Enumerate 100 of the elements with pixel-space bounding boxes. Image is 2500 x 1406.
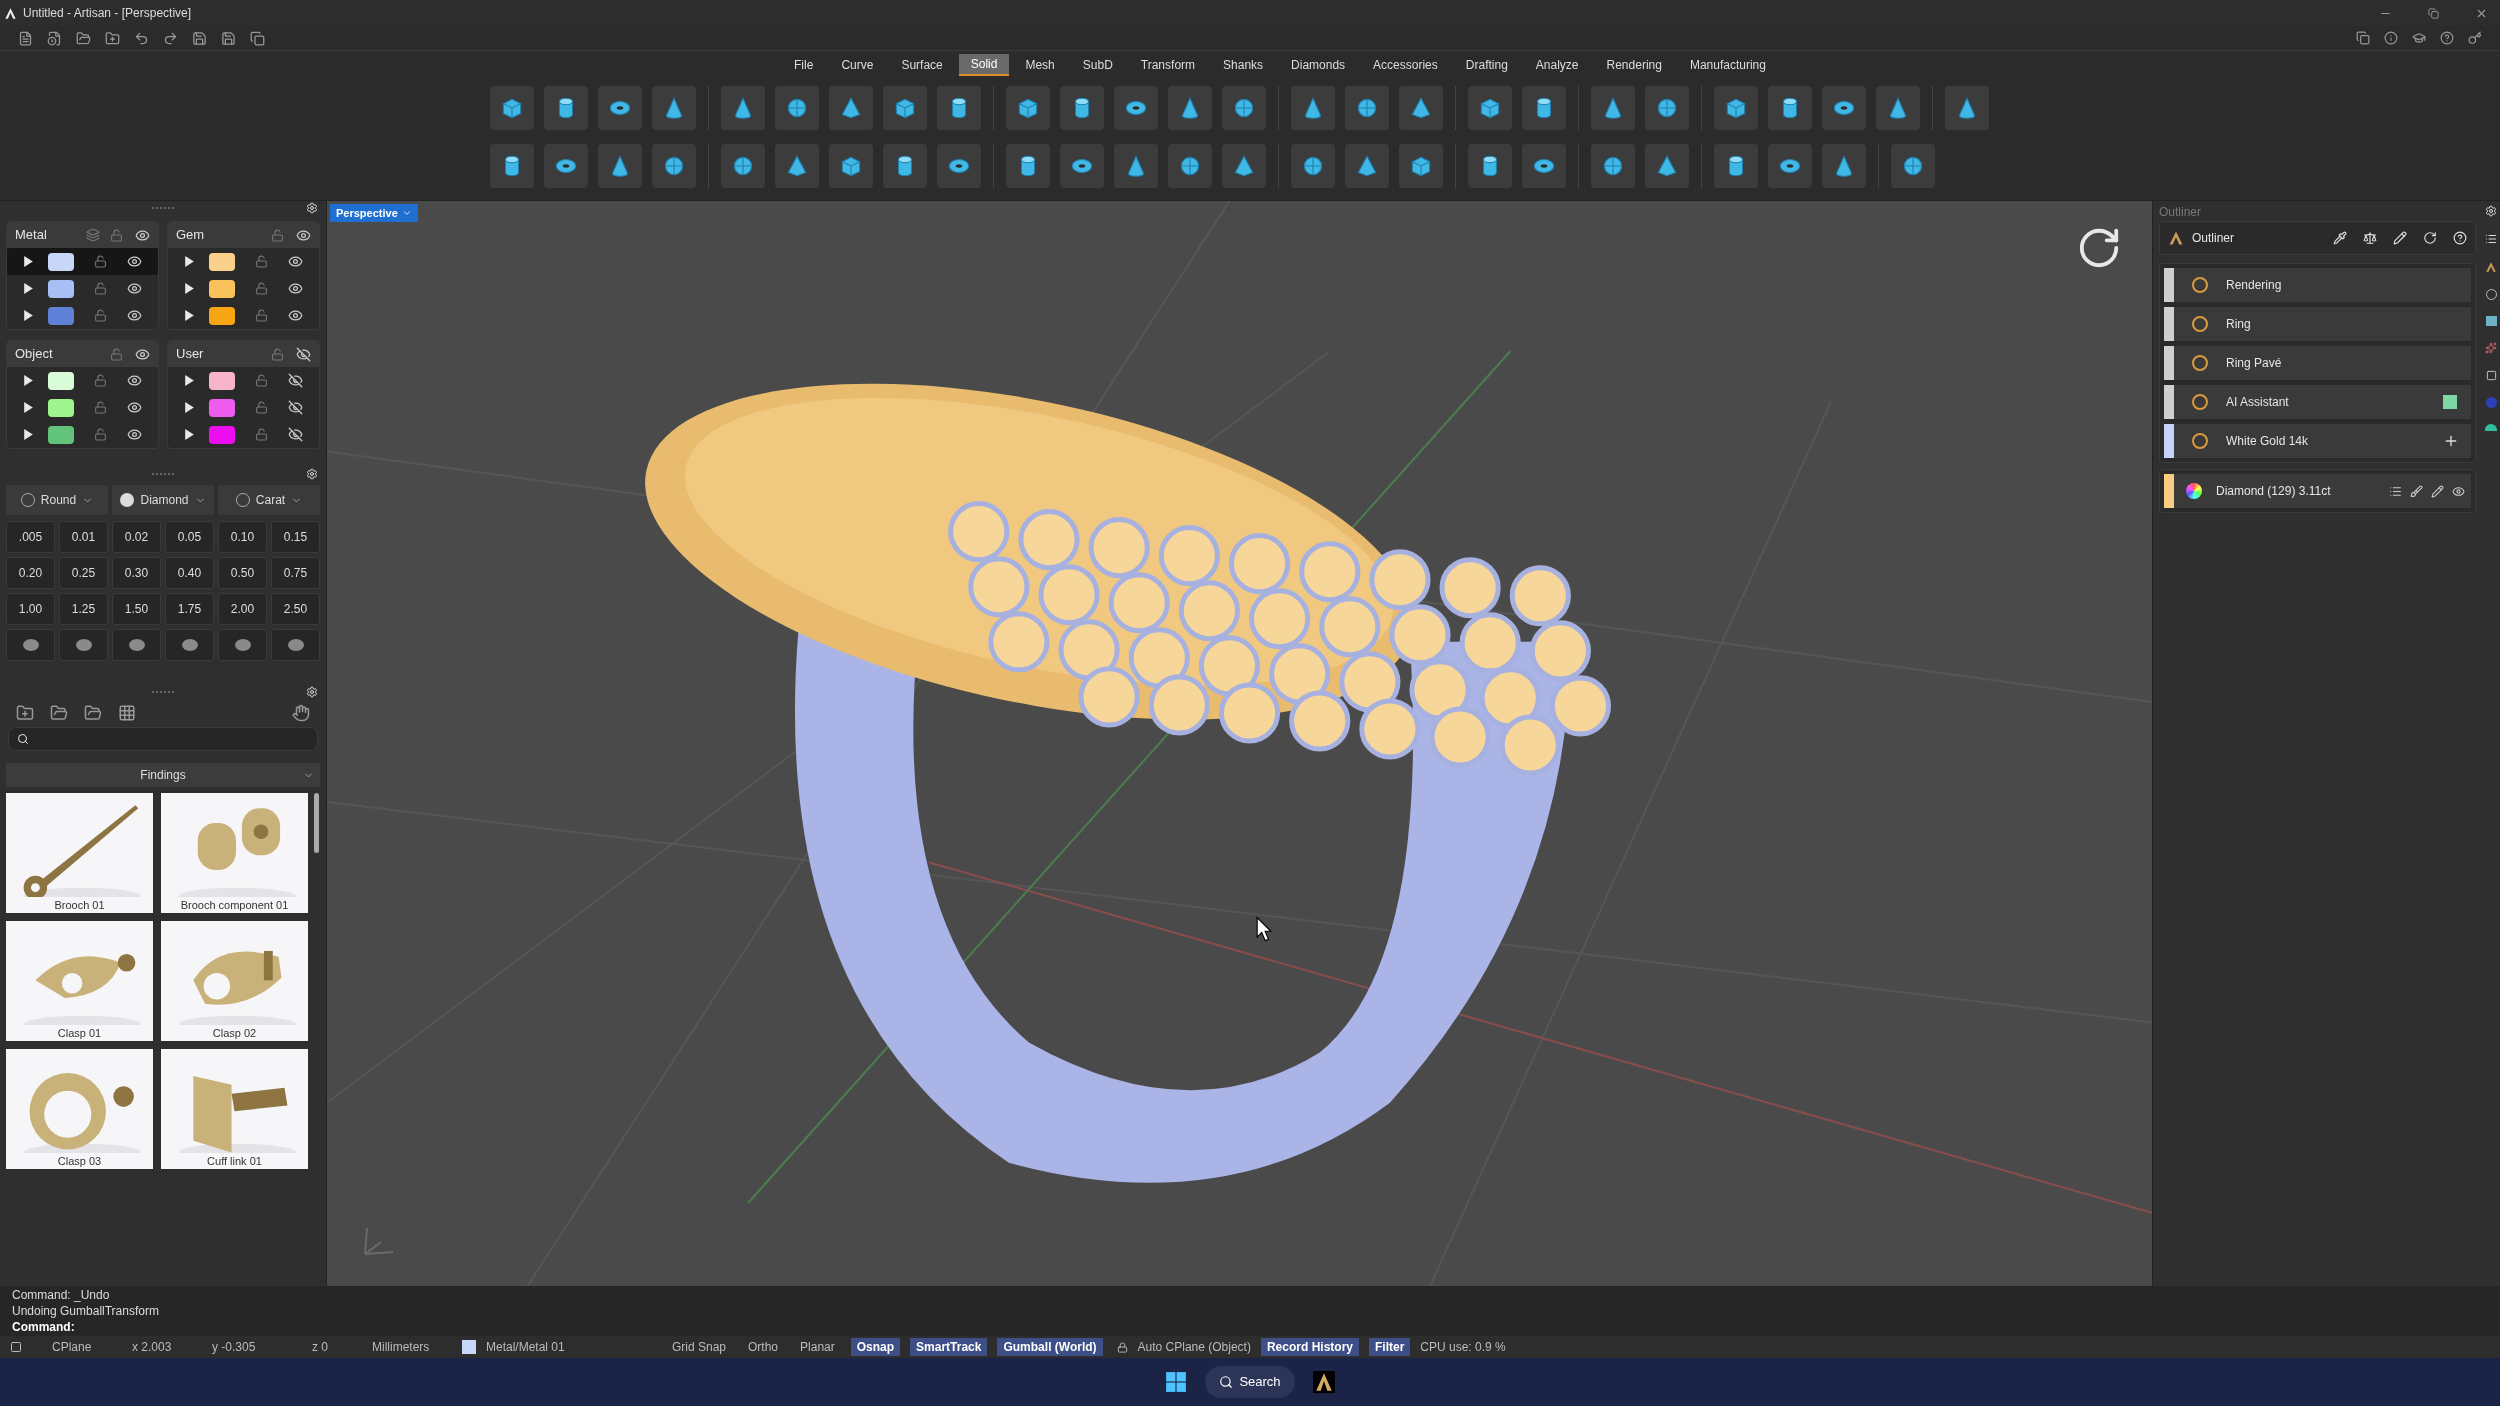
library-section-header[interactable]: Findings (6, 763, 320, 787)
toolbar-button[interactable] (1168, 86, 1212, 130)
toolbar-button[interactable] (1168, 144, 1212, 188)
settings-icon[interactable] (306, 686, 318, 698)
toolbar-button[interactable] (1114, 144, 1158, 188)
square-icon[interactable] (2485, 370, 2497, 381)
toolbar-button[interactable] (775, 86, 819, 130)
recent-file-icon[interactable] (47, 30, 62, 46)
expand-arrow-icon[interactable] (23, 255, 34, 268)
carat-size-button[interactable]: 0.25 (59, 557, 108, 589)
toolbar-button[interactable] (1891, 144, 1935, 188)
viewport-tab[interactable]: Perspective (330, 204, 418, 222)
toolbar-button[interactable] (544, 144, 588, 188)
restore-icon[interactable] (2428, 7, 2439, 19)
carat-size-button[interactable]: 0.05 (165, 521, 214, 553)
eye-icon[interactable] (127, 254, 142, 269)
toolbar-button[interactable] (1522, 144, 1566, 188)
menu-tab[interactable]: Shanks (1211, 53, 1276, 76)
layer-color-swatch[interactable] (209, 306, 235, 325)
unlock-icon[interactable] (94, 401, 107, 414)
menu-tab[interactable]: Accessories (1361, 53, 1450, 76)
toolbar-button[interactable] (1345, 86, 1389, 130)
gem-dropdown[interactable]: Carat (218, 485, 320, 515)
menu-tab[interactable]: Surface (889, 53, 955, 76)
folder-add-icon[interactable] (105, 30, 120, 46)
eye-icon[interactable] (288, 281, 303, 296)
layer-color-swatch[interactable] (462, 1340, 476, 1354)
eye-icon[interactable] (296, 227, 311, 243)
status-toggle[interactable]: Planar (794, 1338, 841, 1356)
settings-icon[interactable] (306, 202, 318, 214)
pencil-icon[interactable] (2393, 231, 2407, 245)
command-prompt[interactable]: Command: (12, 1319, 2488, 1335)
carat-size-button[interactable]: 0.01 (59, 521, 108, 553)
outliner-item[interactable]: Rendering (2164, 268, 2471, 302)
toolbar-button[interactable] (1768, 86, 1812, 130)
status-toggle[interactable]: Ortho (742, 1338, 785, 1356)
layer-row[interactable] (7, 248, 158, 275)
auto-cplane-toggle[interactable]: Auto CPlane (Object) (1137, 1338, 1251, 1356)
refresh-icon[interactable] (2423, 231, 2437, 245)
toolbar-button[interactable] (1060, 86, 1104, 130)
toolbar-button[interactable] (598, 144, 642, 188)
layer-color-swatch[interactable] (48, 279, 74, 298)
expand-arrow-icon[interactable] (23, 374, 34, 387)
new-file-icon[interactable] (18, 30, 33, 46)
carat-size-button[interactable]: 0.40 (165, 557, 214, 589)
layer-color-swatch[interactable] (209, 279, 235, 298)
toolbar-button[interactable] (775, 144, 819, 188)
eye-off-icon[interactable] (296, 346, 311, 362)
key-icon[interactable] (2468, 31, 2482, 45)
outliner-item[interactable]: AI Assistant (2164, 385, 2471, 419)
search-field[interactable] (8, 727, 318, 751)
dome-icon[interactable] (2485, 424, 2497, 431)
image-icon[interactable] (2485, 316, 2497, 326)
eye-icon[interactable] (135, 227, 150, 243)
toolbar-button[interactable] (1291, 86, 1335, 130)
list-icon[interactable] (2389, 484, 2402, 498)
toolbar-button[interactable] (721, 144, 765, 188)
carat-size-button[interactable]: 0.10 (218, 521, 267, 553)
menu-tab[interactable]: SubD (1070, 53, 1125, 76)
settings-icon[interactable] (2485, 205, 2497, 217)
unlock-icon[interactable] (255, 374, 268, 387)
info-icon[interactable] (2384, 31, 2398, 45)
eye-icon[interactable] (2452, 484, 2465, 498)
status-cplane[interactable]: CPlane (32, 1338, 102, 1356)
eye-icon[interactable] (127, 308, 142, 323)
eye-off-icon[interactable] (288, 427, 303, 442)
color-swatch[interactable] (2443, 395, 2457, 409)
unlock-icon[interactable] (255, 309, 268, 322)
expand-arrow-icon[interactable] (23, 282, 34, 295)
carat-size-button[interactable]: 0.15 (271, 521, 320, 553)
carat-size-button[interactable]: .005 (6, 521, 55, 553)
toolbar-button[interactable] (1591, 86, 1635, 130)
toolbar-button[interactable] (1399, 144, 1443, 188)
expand-arrow-icon[interactable] (184, 282, 195, 295)
toolbar-button[interactable] (1645, 86, 1689, 130)
setting-style-button[interactable] (271, 629, 320, 661)
carat-size-button[interactable]: 0.20 (6, 557, 55, 589)
toolbar-button[interactable] (937, 86, 981, 130)
taskbar-search[interactable]: Search (1205, 1366, 1295, 1398)
carat-size-button[interactable]: 2.50 (271, 593, 320, 625)
menu-tab[interactable]: Curve (829, 53, 886, 76)
carat-size-button[interactable]: 0.75 (271, 557, 320, 589)
layer-color-swatch[interactable] (209, 398, 235, 417)
folder-icon[interactable] (50, 704, 68, 722)
open-folder-icon[interactable] (76, 30, 91, 46)
sparkle-icon[interactable] (2485, 342, 2497, 354)
toolbar-button[interactable] (829, 86, 873, 130)
layer-color-swatch[interactable] (48, 306, 74, 325)
logo-icon[interactable] (2485, 261, 2497, 273)
toolbar-button[interactable] (1768, 144, 1812, 188)
settings-icon[interactable] (306, 468, 318, 480)
toolbar-button[interactable] (1714, 144, 1758, 188)
toolbar-button[interactable] (829, 144, 873, 188)
menu-tab[interactable]: Diamonds (1279, 53, 1358, 76)
setting-style-button[interactable] (6, 629, 55, 661)
setting-style-button[interactable] (165, 629, 214, 661)
pipette-icon[interactable] (2333, 231, 2347, 245)
eye-off-icon[interactable] (288, 400, 303, 415)
material-item[interactable]: Diamond (129) 3.11ct (2164, 474, 2471, 508)
pencil-icon[interactable] (2431, 484, 2444, 498)
